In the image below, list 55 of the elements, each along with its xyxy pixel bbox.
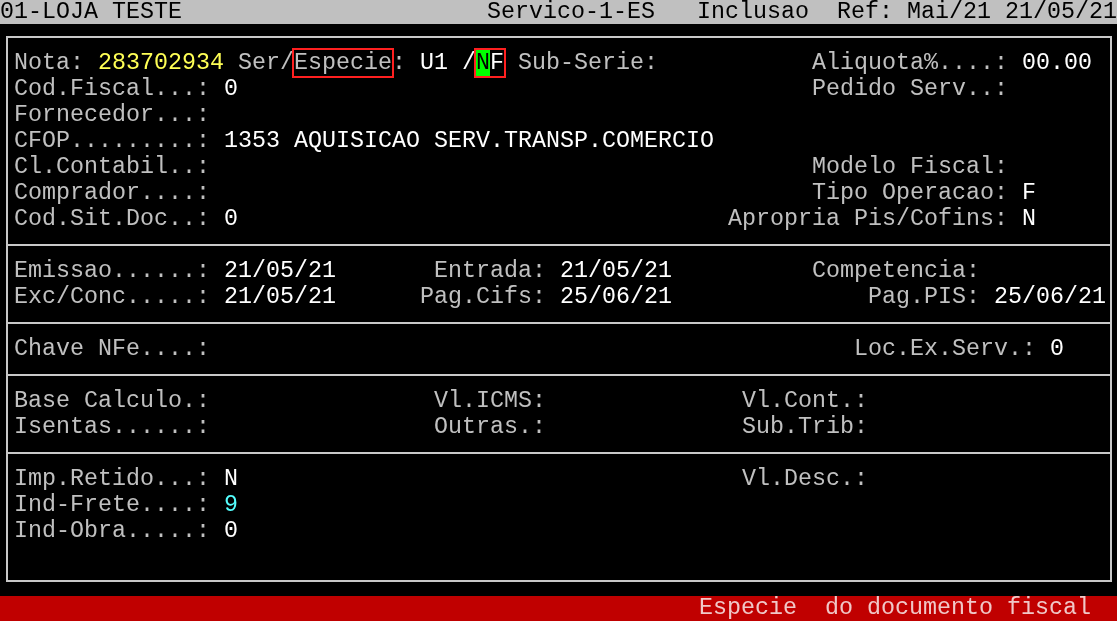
field-label: Cl.Contabil..: [14, 154, 210, 180]
field-label: Cod.Fiscal...: [14, 76, 210, 102]
field-value: N [223, 466, 238, 492]
field-label: Apropria Pis/Cofins: [727, 206, 1008, 232]
field-label: Especie [291, 48, 394, 78]
mode-label: Inclusao [697, 0, 810, 24]
field-value: 0 [1049, 336, 1064, 362]
field-value: 1353 AQUISICAO SERV.TRANSP.COMERCIO [223, 128, 714, 154]
field-label: Sub-Serie: [516, 49, 659, 78]
field-label: Chave NFe....: [14, 336, 210, 362]
field-label: Vl.Cont.: [741, 388, 868, 414]
field-label: CFOP.........: [14, 128, 210, 154]
field-value: 21/05/21 [223, 284, 336, 310]
field-label: Modelo Fiscal: [810, 154, 1008, 180]
reference-date: Ref: Mai/21 21/05/21 [837, 0, 1117, 24]
field-label: Outras.: [433, 414, 546, 440]
field-value: 0 [223, 206, 238, 232]
field-label: Base Calculo.: [14, 388, 210, 414]
field-label: Cod.Sit.Doc..: [14, 206, 210, 232]
field-value: 00.00 [1021, 50, 1092, 76]
field-label: Pedido Serv..: [810, 76, 1008, 102]
field-label: Emissao......: [14, 258, 210, 284]
field-value: 21/05/21 [559, 258, 672, 284]
field-value: 9 [223, 492, 238, 518]
field-value: 0 [223, 518, 238, 544]
status-message: Especie do documento fiscal [699, 596, 1091, 621]
field-label: Tipo Operacao: [810, 180, 1008, 206]
field-value: NF [473, 48, 506, 78]
field-value: N [1021, 206, 1036, 232]
store-title: 01-LOJA TESTE [0, 0, 182, 24]
field-label: Loc.Ex.Serv.: [852, 336, 1036, 362]
field-label: Fornecedor...: [14, 102, 210, 128]
field-label: Nota: [13, 49, 85, 77]
field-label: Isentas......: [14, 414, 210, 440]
field-label: Competencia: [811, 258, 980, 284]
field-label: : [391, 49, 407, 78]
field-label: Pag.Cifs: [419, 284, 546, 310]
field-label: Aliquota%....: [810, 50, 1008, 76]
field-value: 21/05/21 [223, 258, 336, 284]
field-label: Comprador....: [14, 180, 210, 206]
field-label: Vl.ICMS: [433, 388, 546, 414]
module-name: Servico-1-ES [487, 0, 656, 24]
field-label: Imp.Retido...: [14, 466, 210, 492]
field-value: 25/06/21 [993, 284, 1106, 310]
field-label: Ind-Frete....: [14, 492, 210, 518]
field-label: Exc/Conc.....: [14, 284, 210, 310]
field-label: Sub.Trib: [741, 414, 868, 440]
field-label: Ind-Obra.....: [14, 518, 210, 544]
field-label: Pag.PIS: [866, 284, 980, 310]
field-label: Entrada: [432, 258, 546, 284]
field-value: 25/06/21 [559, 284, 672, 310]
field-label: Vl.Desc.: [741, 466, 868, 492]
field-value: 283702934 [97, 49, 225, 77]
field-value: 0 [223, 76, 238, 102]
field-value: F [1021, 180, 1036, 206]
